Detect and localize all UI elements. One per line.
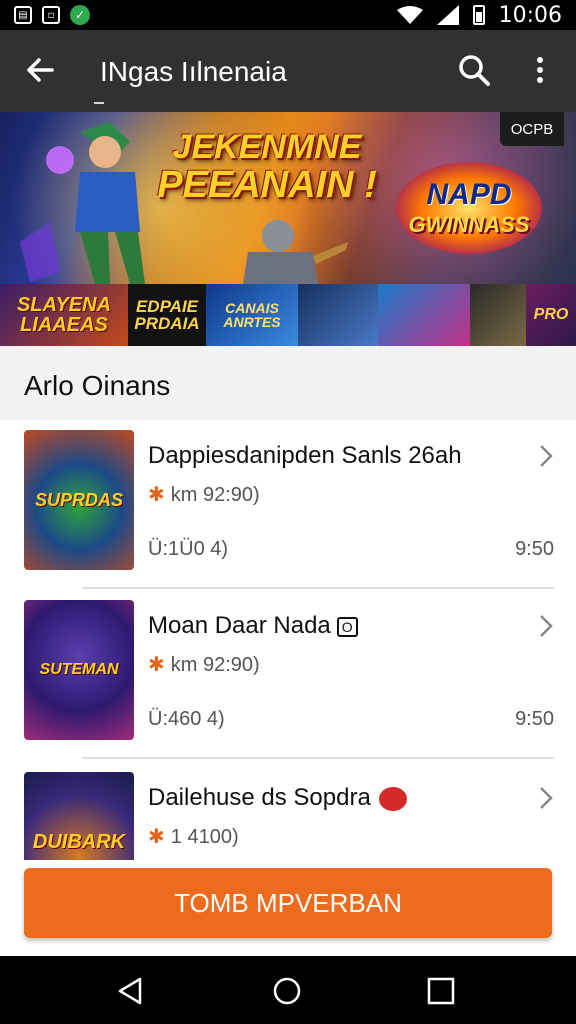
section-title: Arlo Oinans	[24, 370, 171, 401]
hero-headline-line2: PEEANAIN !	[157, 163, 377, 206]
divider	[82, 587, 554, 589]
app-bar: INgas Iılnenaia	[0, 30, 576, 112]
thumbnail-4[interactable]	[298, 284, 378, 346]
status-bar: ▤ ▫ ✓ 10:06	[0, 0, 576, 30]
battery-icon	[472, 5, 485, 25]
search-icon[interactable]	[456, 52, 492, 88]
cta-area: TOMB MPVERBAN	[0, 860, 576, 956]
signal-icon	[436, 5, 459, 25]
back-arrow-icon[interactable]	[22, 52, 58, 88]
section-header: Arlo Oinans	[0, 346, 576, 420]
item-title-text: Dailehuse ds Sopdra	[148, 784, 371, 811]
item-thumbnail: DUIBARK	[24, 772, 134, 860]
knight-illustration	[243, 220, 348, 284]
status-time: 10:06	[498, 2, 562, 28]
item-time: 9:50	[515, 538, 554, 560]
star-icon: ✱	[148, 654, 165, 676]
item-subtitle: ✱ km 92:90)	[148, 482, 260, 507]
item-title: Dappiesdanipden Sanls 26ah	[148, 442, 462, 469]
thumbnail-1[interactable]: SLAYENA LIAAEAS	[0, 284, 128, 346]
notification-icon: ▫	[42, 6, 60, 24]
list-item[interactable]: SUTEMAN Moan Daar Nada O ✱ km 92:90) Ü:460…	[0, 590, 576, 760]
thumbnail-2[interactable]: EDPAIE PRDAIA	[128, 284, 206, 346]
game-list: SUPRDAS Dappiesdanipden Sanls 26ah ✱ km 9…	[0, 420, 576, 860]
thumbnail-3[interactable]: CANAIS ANRTES	[206, 284, 298, 346]
item-title-text: Moan Daar Nada	[148, 612, 331, 639]
nav-recents-icon[interactable]	[426, 976, 456, 1006]
thumbnail-5[interactable]	[378, 284, 470, 346]
primary-cta-button[interactable]: TOMB MPVERBAN	[24, 868, 552, 938]
status-left: ▤ ▫ ✓	[14, 5, 90, 25]
star-icon: ✱	[148, 826, 165, 848]
hero-headline: JEKENMNE PEEANAIN !	[152, 128, 382, 206]
item-title: Moan Daar Nada O	[148, 612, 358, 640]
corner-tag: OCPB	[500, 112, 564, 146]
chevron-right-icon	[540, 615, 553, 637]
item-subtitle: ✱ km 92:90)	[148, 652, 260, 677]
thumbnail-7[interactable]: PRO	[526, 284, 576, 346]
wifi-icon	[396, 6, 423, 24]
item-subtitle-text: km 92:90)	[170, 484, 260, 506]
item-title-badge: O	[336, 616, 358, 637]
system-nav-bar	[0, 956, 576, 1024]
item-subtitle-text: 1 4100)	[170, 826, 239, 848]
list-item[interactable]: DUIBARK Dailehuse ds Sopdra ✱ 1 4100)	[0, 760, 576, 860]
thumbnail-6[interactable]	[470, 284, 526, 346]
nav-home-icon[interactable]	[272, 976, 302, 1006]
item-subtitle: ✱ 1 4100)	[148, 824, 239, 849]
check-icon: ✓	[70, 5, 90, 25]
warrior-illustration	[20, 122, 145, 284]
page-title: INgas Iılnenaia	[100, 56, 287, 87]
title-underline	[94, 102, 104, 104]
star-icon: ✱	[148, 484, 165, 506]
item-subtitle-text: km 92:90)	[170, 654, 260, 676]
hero-badge: NAPD GWINNASS	[396, 162, 542, 254]
item-thumbnail: SUTEMAN	[24, 600, 134, 740]
red-badge-icon	[378, 786, 407, 811]
nav-back-icon[interactable]	[116, 976, 146, 1006]
item-title: Dailehuse ds Sopdra	[148, 784, 407, 812]
item-meta: Ü:460 4)	[148, 708, 225, 730]
divider	[82, 757, 554, 759]
item-thumbnail: SUPRDAS	[24, 430, 134, 570]
sim-icon: ▤	[14, 6, 32, 24]
list-item[interactable]: SUPRDAS Dappiesdanipden Sanls 26ah ✱ km 9…	[0, 420, 576, 590]
more-vert-icon[interactable]	[528, 52, 552, 88]
hero-badge-top: NAPD	[426, 178, 512, 211]
status-right: 10:06	[396, 2, 562, 28]
item-time: 9:50	[515, 708, 554, 730]
hero-headline-line1: JEKENMNE	[172, 128, 362, 166]
thumbnail-strip: SLAYENA LIAAEAS EDPAIE PRDAIA CANAIS ANR…	[0, 284, 576, 346]
chevron-right-icon	[540, 787, 553, 809]
hero-banner[interactable]: JEKENMNE PEEANAIN ! NAPD GWINNASS OCPB	[0, 112, 576, 284]
item-meta: Ü:1Ü0 4)	[148, 538, 229, 560]
hero-badge-bottom: GWINNASS	[408, 212, 530, 237]
chevron-right-icon	[540, 445, 553, 467]
